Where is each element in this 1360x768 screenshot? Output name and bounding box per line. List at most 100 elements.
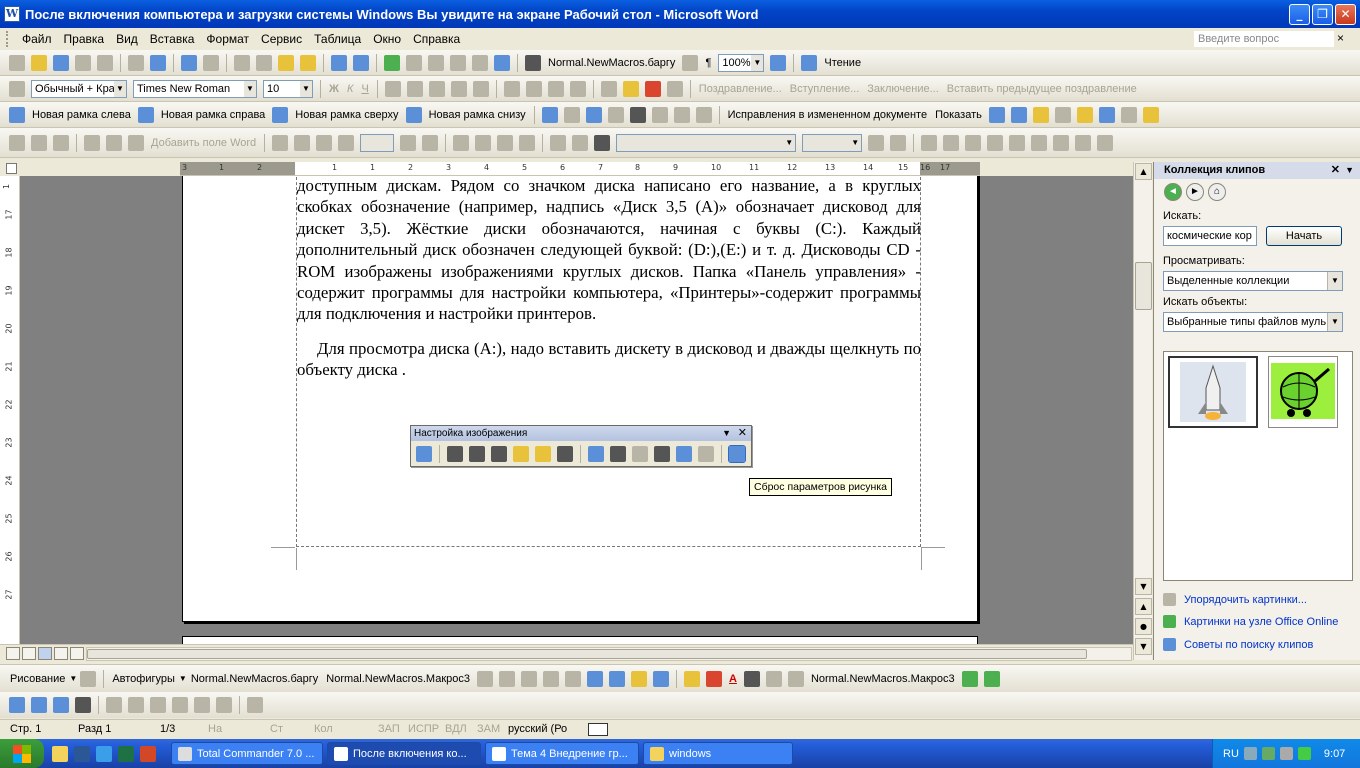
organize-clips-link[interactable]: Упорядочить картинки... <box>1163 593 1307 606</box>
merge-to-doc-icon[interactable] <box>497 134 514 151</box>
web-view-icon[interactable] <box>22 647 36 660</box>
prev-record-icon[interactable] <box>338 134 355 151</box>
last-record-icon[interactable] <box>422 134 439 151</box>
task-pane-menu-icon[interactable]: ▼ <box>1345 162 1354 179</box>
forward-icon[interactable]: ► <box>1186 183 1204 201</box>
task-word-doc-theme4[interactable]: Тема 4 Внедрение гр... <box>485 742 639 765</box>
align-right-icon[interactable] <box>428 80 445 97</box>
table-merge-icon[interactable] <box>943 134 960 151</box>
next-page[interactable] <box>182 636 978 644</box>
toolbar-close-icon[interactable]: ✕ <box>738 426 747 441</box>
back-icon[interactable]: ◄ <box>1164 183 1182 201</box>
print-icon[interactable] <box>128 54 144 71</box>
track-changes-icon[interactable] <box>1098 106 1115 123</box>
sort-asc-icon[interactable] <box>1053 134 1070 151</box>
table-insert-icon[interactable] <box>921 134 938 151</box>
permission-icon[interactable] <box>75 54 91 71</box>
macro3-second-button[interactable]: Normal.NewMacros.Макрос3 <box>811 673 955 685</box>
borders-icon[interactable] <box>600 80 617 97</box>
open-data-source-icon[interactable] <box>31 134 47 151</box>
check-errors-icon[interactable] <box>475 134 492 151</box>
quicklaunch-powerpoint-icon[interactable] <box>140 745 156 762</box>
scroll-thumb[interactable] <box>1135 262 1152 310</box>
spelling-status-icon[interactable] <box>588 723 608 736</box>
line-color-drawing-icon[interactable] <box>705 670 722 687</box>
minimize-button[interactable]: _ <box>1289 4 1310 25</box>
font-combo[interactable]: Times New Roman ▼ <box>133 79 257 98</box>
arrow-icon[interactable] <box>498 670 515 687</box>
bring-forward-icon[interactable] <box>9 697 25 713</box>
disabled-combo-1[interactable]: ▼ <box>616 133 797 152</box>
hyperlink-icon[interactable] <box>384 54 400 71</box>
track-changes-view-dropdown[interactable]: Исправления в измененном документе <box>728 109 927 121</box>
task-windows-folder[interactable]: windows <box>643 742 793 765</box>
autotext-intro[interactable]: Вступление... <box>790 83 860 95</box>
print-preview-icon[interactable] <box>150 54 166 71</box>
highlight-fields-icon[interactable] <box>294 134 311 151</box>
shadow-icon[interactable] <box>961 670 978 687</box>
table-split-icon[interactable] <box>965 134 982 151</box>
superscript-icon[interactable] <box>666 80 683 97</box>
distribute-rows-icon[interactable] <box>1009 134 1026 151</box>
less-brightness-icon[interactable] <box>535 445 551 462</box>
checkbox-field-icon[interactable] <box>572 134 589 151</box>
research-icon[interactable] <box>203 54 219 71</box>
decrease-indent-icon[interactable] <box>547 80 564 97</box>
close-document-icon[interactable]: × <box>1337 31 1344 45</box>
rotate-left-icon[interactable] <box>588 445 604 462</box>
status-extend[interactable]: ВДЛ <box>445 723 467 735</box>
insert-fields-icon[interactable] <box>128 134 144 151</box>
quicklaunch-word-icon[interactable] <box>74 745 90 762</box>
disabled-tool-4-icon[interactable] <box>172 697 188 713</box>
prev-change-icon[interactable] <box>988 106 1005 123</box>
insert-excel-icon[interactable] <box>450 54 466 71</box>
color-icon[interactable] <box>447 445 463 462</box>
insert-address-icon[interactable] <box>84 134 100 151</box>
print-layout-icon[interactable] <box>38 647 52 660</box>
status-overtype[interactable]: ЗАМ <box>477 723 500 735</box>
disabled-tool-1-icon[interactable] <box>106 697 122 713</box>
document-map-icon[interactable] <box>682 54 699 71</box>
frame-border-icon[interactable] <box>629 106 646 123</box>
collections-select[interactable]: Выделенные коллекции ▼ <box>1163 271 1343 291</box>
vertical-scrollbar[interactable]: ▲ ▼ ▲ ● ▼ <box>1133 162 1152 660</box>
disabled-tool-3-icon[interactable] <box>150 697 166 713</box>
menu-file[interactable]: Файл <box>16 32 58 46</box>
recipients-icon[interactable] <box>53 134 69 151</box>
more-icon[interactable] <box>695 106 712 123</box>
browse-object-button[interactable]: ● <box>1135 618 1152 635</box>
menu-view[interactable]: Вид <box>110 32 144 46</box>
autotext-insert-previous[interactable]: Вставить предыдущее поздравление <box>947 83 1137 95</box>
format-picture-icon[interactable] <box>676 445 692 462</box>
outline-view-icon[interactable] <box>54 647 68 660</box>
bold-button[interactable]: Ж <box>329 83 339 95</box>
align-center-icon[interactable] <box>406 80 423 97</box>
quicklaunch-notepad-icon[interactable] <box>52 745 68 762</box>
autotext-greeting[interactable]: Поздравление... <box>699 83 782 95</box>
tray-antivirus-icon[interactable] <box>1297 747 1311 760</box>
disabled-tool-6-icon[interactable] <box>216 697 232 713</box>
autotext-closing[interactable]: Заключение... <box>867 83 938 95</box>
toolbar-options-icon[interactable]: ▼ <box>722 426 731 441</box>
clip-search-input[interactable]: космические кор <box>1163 226 1257 246</box>
font-color-icon[interactable] <box>644 80 661 97</box>
add-word-field-dropdown[interactable]: Добавить поле Word <box>151 137 256 149</box>
more-contrast-icon[interactable] <box>469 445 485 462</box>
italic-button[interactable]: К <box>347 83 353 95</box>
cut-icon[interactable] <box>234 54 250 71</box>
drawing-toggle-icon[interactable] <box>494 54 510 71</box>
drawing-menu[interactable]: Рисование <box>10 673 65 685</box>
new-frame-right-button[interactable]: Новая рамка справа <box>161 109 265 121</box>
underline-button[interactable]: Ч <box>361 83 368 95</box>
align-text-icon[interactable] <box>651 106 668 123</box>
scroll-up-button[interactable]: ▲ <box>1135 163 1152 180</box>
columns-icon[interactable] <box>472 54 488 71</box>
line-spacing-icon[interactable] <box>472 80 489 97</box>
status-track-changes[interactable]: ИСПР <box>408 723 439 735</box>
line-style-icon[interactable] <box>610 445 626 462</box>
new-frame-top-button[interactable]: Новая рамка сверху <box>295 109 398 121</box>
insert-greeting-icon[interactable] <box>106 134 122 151</box>
status-language[interactable]: русский (Ро <box>508 723 567 735</box>
view-merged-icon[interactable] <box>272 134 289 151</box>
read-icon[interactable] <box>801 54 818 71</box>
